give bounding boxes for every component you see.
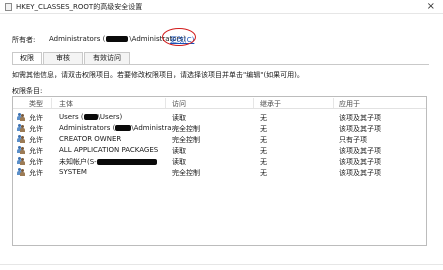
permission-entries-list[interactable]: 类型 主体 访问 继承于 应用于 允许 Users ( \Users) 读取 无 … <box>12 96 427 246</box>
cell-applies-to: 该项及其子项 <box>339 114 381 122</box>
column-header-principal[interactable]: 主体 <box>59 99 73 109</box>
tab-label: 有效访问 <box>93 54 121 62</box>
bottom-divider <box>0 264 443 265</box>
cell-type: 允许 <box>29 169 43 177</box>
column-divider[interactable] <box>253 98 254 108</box>
cell-principal: CREATOR OWNER <box>59 135 122 143</box>
cell-inherited: 无 <box>260 125 267 133</box>
cell-type: 允许 <box>29 125 43 133</box>
cell-inherited: 无 <box>260 136 267 144</box>
cell-access: 完全控制 <box>172 125 200 133</box>
principal-name: Users ( <box>59 113 84 121</box>
cell-applies-to: 该项及其子项 <box>339 125 381 133</box>
cell-principal: 未知帐户(S- <box>59 157 157 167</box>
principal-suffix: \Users) <box>97 113 123 121</box>
cell-applies-to: 只有子项 <box>339 136 367 144</box>
tab-divider <box>12 64 429 65</box>
cell-access: 读取 <box>172 147 186 155</box>
tab-effective-access[interactable]: 有效访问 <box>84 52 130 64</box>
column-divider[interactable] <box>51 98 52 108</box>
cell-inherited: 无 <box>260 114 267 122</box>
tab-auditing[interactable]: 审核 <box>43 52 83 64</box>
table-row[interactable]: 允许 ALL APPLICATION PACKAGES 读取 无 该项及其子项 <box>13 145 426 155</box>
tab-label: 审核 <box>56 54 70 62</box>
cell-inherited: 无 <box>260 158 267 166</box>
owner-value-prefix: Administrators ( <box>49 35 106 43</box>
redaction-mark <box>115 125 132 131</box>
permission-entries-label: 权限条目: <box>12 87 43 95</box>
cell-principal: Administrators (\Administra... <box>59 124 178 132</box>
cell-access: 读取 <box>172 158 186 166</box>
table-row[interactable]: 允许 未知帐户(S- 读取 无 该项及其子项 <box>13 156 426 166</box>
list-header: 类型 主体 访问 继承于 应用于 <box>13 97 426 109</box>
cell-principal: SYSTEM <box>59 168 87 176</box>
unknown-account-icon <box>17 157 25 165</box>
principal-name: 未知帐户(S- <box>59 158 97 166</box>
redaction-mark <box>96 159 157 165</box>
close-icon[interactable]: × <box>427 1 435 13</box>
cell-access: 读取 <box>172 114 186 122</box>
table-row[interactable]: 允许 SYSTEM 完全控制 无 该项及其子项 <box>13 167 426 177</box>
column-divider[interactable] <box>165 98 166 108</box>
column-header-inherited[interactable]: 继承于 <box>260 99 281 109</box>
user-group-icon <box>17 124 25 132</box>
cell-applies-to: 该项及其子项 <box>339 147 381 155</box>
user-group-icon <box>17 135 25 143</box>
column-divider[interactable] <box>333 98 334 108</box>
cell-principal: ALL APPLICATION PACKAGES <box>59 146 159 154</box>
redaction-mark <box>106 36 129 42</box>
cell-inherited: 无 <box>260 147 267 155</box>
user-group-icon <box>17 168 25 176</box>
owner-label: 所有者: <box>12 36 36 44</box>
info-text: 如需其他信息，请双击权限项目。若要修改权限项目，请选择该项目并单击"编辑"(如果… <box>12 71 304 79</box>
table-row[interactable]: 允许 CREATOR OWNER 完全控制 无 只有子项 <box>13 134 426 144</box>
cell-access: 完全控制 <box>172 169 200 177</box>
cell-applies-to: 该项及其子项 <box>339 158 381 166</box>
tab-label: 权限 <box>20 54 34 62</box>
cell-inherited: 无 <box>260 169 267 177</box>
table-row[interactable]: 允许 Users ( \Users) 读取 无 该项及其子项 <box>13 112 426 122</box>
window-title: HKEY_CLASSES_ROOT的高级安全设置 <box>16 3 143 11</box>
principal-name: Administrators ( <box>59 124 116 132</box>
cell-type: 允许 <box>29 136 43 144</box>
title-bar: HKEY_CLASSES_ROOT的高级安全设置 × <box>0 0 443 14</box>
cell-type: 允许 <box>29 158 43 166</box>
cell-type: 允许 <box>29 114 43 122</box>
table-row[interactable]: 允许 Administrators (\Administra... 完全控制 无… <box>13 123 426 133</box>
user-group-icon <box>17 113 25 121</box>
redaction-mark <box>83 114 98 120</box>
column-header-access[interactable]: 访问 <box>172 99 186 109</box>
column-header-type[interactable]: 类型 <box>29 99 43 109</box>
cell-applies-to: 该项及其子项 <box>339 169 381 177</box>
annotation-circle <box>162 28 196 46</box>
registry-key-icon <box>5 3 12 11</box>
cell-type: 允许 <box>29 147 43 155</box>
cell-principal: Users ( \Users) <box>59 113 122 121</box>
column-header-applies-to[interactable]: 应用于 <box>339 99 360 109</box>
user-group-icon <box>17 146 25 154</box>
cell-access: 完全控制 <box>172 136 200 144</box>
